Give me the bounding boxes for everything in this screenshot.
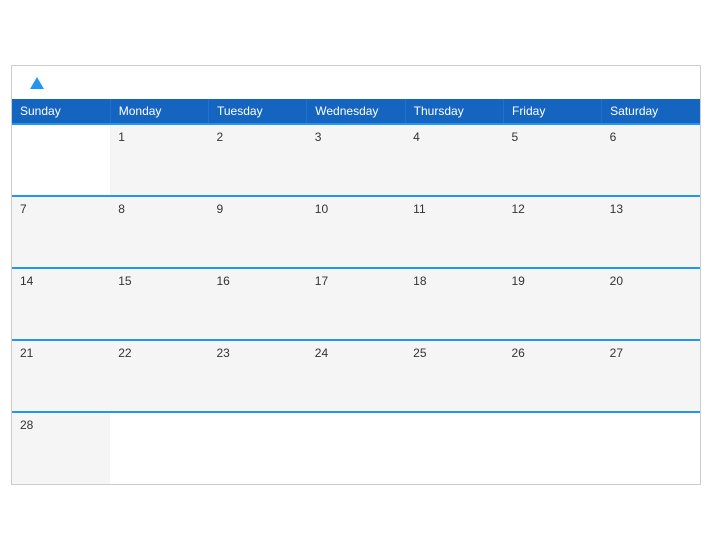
day-cell-11: 11 <box>405 196 503 268</box>
weekday-header-sunday: Sunday <box>12 99 110 124</box>
weekday-header-monday: Monday <box>110 99 208 124</box>
day-number-9: 9 <box>216 202 223 216</box>
day-cell-17: 17 <box>307 268 405 340</box>
day-number-10: 10 <box>315 202 328 216</box>
day-cell-14: 14 <box>12 268 110 340</box>
day-cell-16: 16 <box>208 268 306 340</box>
day-cell-3: 3 <box>307 124 405 196</box>
day-cell-26: 26 <box>503 340 601 412</box>
day-cell-24: 24 <box>307 340 405 412</box>
day-number-18: 18 <box>413 274 426 288</box>
day-number-14: 14 <box>20 274 33 288</box>
day-cell-8: 8 <box>110 196 208 268</box>
week-row-5: 28 <box>12 412 700 484</box>
day-number-6: 6 <box>610 130 617 144</box>
day-number-1: 1 <box>118 130 125 144</box>
day-cell-23: 23 <box>208 340 306 412</box>
day-cell-20: 20 <box>602 268 700 340</box>
day-number-19: 19 <box>511 274 524 288</box>
logo-triangle-icon <box>30 77 44 89</box>
day-number-15: 15 <box>118 274 131 288</box>
weekday-header-saturday: Saturday <box>602 99 700 124</box>
empty-day-cell <box>307 412 405 484</box>
day-cell-27: 27 <box>602 340 700 412</box>
day-number-23: 23 <box>216 346 229 360</box>
day-cell-28: 28 <box>12 412 110 484</box>
empty-day-cell <box>110 412 208 484</box>
week-row-3: 14 15 16 17 18 19 20 <box>12 268 700 340</box>
empty-day-cell <box>602 412 700 484</box>
day-number-12: 12 <box>511 202 524 216</box>
day-number-20: 20 <box>610 274 623 288</box>
day-number-7: 7 <box>20 202 27 216</box>
day-cell-18: 18 <box>405 268 503 340</box>
weekday-header-friday: Friday <box>503 99 601 124</box>
day-cell-2: 2 <box>208 124 306 196</box>
weekday-header-thursday: Thursday <box>405 99 503 124</box>
day-cell-9: 9 <box>208 196 306 268</box>
day-number-4: 4 <box>413 130 420 144</box>
day-number-26: 26 <box>511 346 524 360</box>
day-number-8: 8 <box>118 202 125 216</box>
day-cell-4: 4 <box>405 124 503 196</box>
day-cell-19: 19 <box>503 268 601 340</box>
day-number-24: 24 <box>315 346 328 360</box>
day-number-2: 2 <box>216 130 223 144</box>
day-cell-5: 5 <box>503 124 601 196</box>
calendar-header <box>12 66 700 100</box>
calendar-weekdays: SundayMondayTuesdayWednesdayThursdayFrid… <box>12 99 700 124</box>
day-cell-15: 15 <box>110 268 208 340</box>
day-cell-6: 6 <box>602 124 700 196</box>
day-number-13: 13 <box>610 202 623 216</box>
day-cell-12: 12 <box>503 196 601 268</box>
day-number-28: 28 <box>20 418 33 432</box>
day-number-22: 22 <box>118 346 131 360</box>
day-cell-21: 21 <box>12 340 110 412</box>
day-cell-10: 10 <box>307 196 405 268</box>
day-number-17: 17 <box>315 274 328 288</box>
day-number-11: 11 <box>413 202 425 216</box>
day-cell-22: 22 <box>110 340 208 412</box>
empty-day-cell <box>503 412 601 484</box>
weekday-header-wednesday: Wednesday <box>307 99 405 124</box>
day-number-3: 3 <box>315 130 322 144</box>
week-row-2: 7 8 9 10 11 12 13 <box>12 196 700 268</box>
logo-general <box>28 76 44 94</box>
day-number-21: 21 <box>20 346 33 360</box>
logo <box>28 76 44 94</box>
calendar-grid: SundayMondayTuesdayWednesdayThursdayFrid… <box>12 99 700 484</box>
day-cell-7: 7 <box>12 196 110 268</box>
empty-day-cell <box>405 412 503 484</box>
week-row-4: 21 22 23 24 25 26 27 <box>12 340 700 412</box>
empty-day-cell <box>208 412 306 484</box>
day-cell-25: 25 <box>405 340 503 412</box>
weekday-header-tuesday: Tuesday <box>208 99 306 124</box>
day-number-25: 25 <box>413 346 426 360</box>
day-number-27: 27 <box>610 346 623 360</box>
week-row-1: 1 2 3 4 5 6 <box>12 124 700 196</box>
calendar-container: SundayMondayTuesdayWednesdayThursdayFrid… <box>11 65 701 486</box>
empty-day-cell <box>12 124 110 196</box>
day-cell-13: 13 <box>602 196 700 268</box>
day-number-16: 16 <box>216 274 229 288</box>
day-cell-1: 1 <box>110 124 208 196</box>
day-number-5: 5 <box>511 130 518 144</box>
